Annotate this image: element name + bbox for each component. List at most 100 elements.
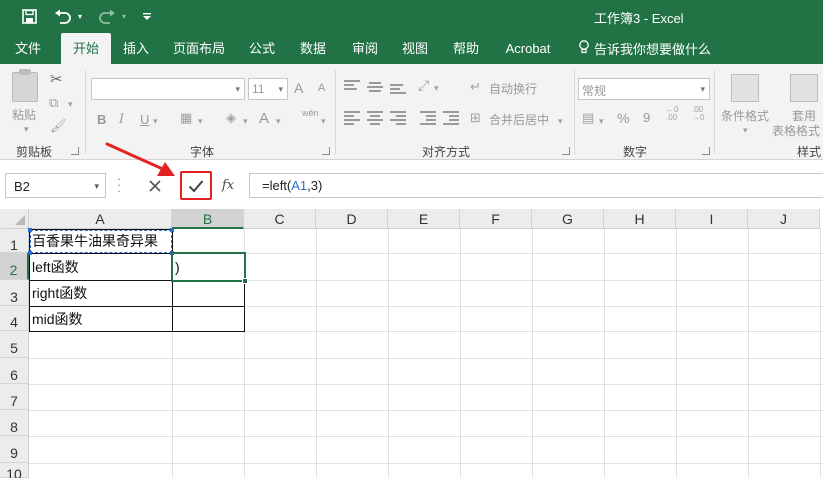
- enter-checkmark-icon[interactable]: [180, 171, 212, 200]
- number-format-dropdown[interactable]: 常规 ▾: [578, 78, 710, 100]
- wrap-text-icon[interactable]: ↵: [470, 79, 481, 95]
- customize-qat-icon[interactable]: [135, 5, 159, 29]
- conditional-format-icon[interactable]: [731, 74, 759, 102]
- row-header-5[interactable]: 5: [0, 331, 29, 358]
- active-cell-b2[interactable]: [171, 252, 248, 284]
- tab-formulas[interactable]: 公式: [244, 33, 280, 64]
- font-size-dropdown[interactable]: 11 ▾: [248, 78, 288, 100]
- alignment-launcher-icon[interactable]: [562, 147, 570, 155]
- grow-font-icon[interactable]: A: [294, 80, 303, 96]
- tab-acrobat[interactable]: Acrobat: [499, 33, 557, 64]
- comma-button[interactable]: 9: [643, 110, 650, 125]
- tab-review[interactable]: 审阅: [346, 33, 384, 64]
- accounting-dropdown-icon[interactable]: ▾: [599, 113, 604, 129]
- cell-a2[interactable]: left函数: [29, 253, 172, 280]
- shrink-font-icon[interactable]: A: [318, 82, 325, 94]
- bold-button[interactable]: B: [97, 112, 106, 127]
- copy-icon[interactable]: ⧉: [49, 95, 58, 111]
- clipboard-launcher-icon[interactable]: [71, 147, 79, 155]
- column-header-c[interactable]: C: [244, 209, 316, 229]
- row-header-8[interactable]: 8: [0, 410, 29, 436]
- fill-handle[interactable]: [242, 278, 248, 284]
- redo-dropdown-icon[interactable]: ▾: [119, 5, 129, 29]
- align-center-icon[interactable]: [367, 111, 383, 125]
- format-painter-icon[interactable]: 🖌: [50, 118, 67, 134]
- orientation-dropdown-icon[interactable]: ▾: [434, 80, 439, 96]
- wrap-text-button[interactable]: 自动换行: [489, 80, 537, 97]
- undo-icon[interactable]: [51, 5, 75, 29]
- phonetic-dropdown-icon[interactable]: ▾: [321, 113, 326, 129]
- select-all-corner[interactable]: [0, 209, 29, 229]
- tab-help[interactable]: 帮助: [447, 33, 485, 64]
- conditional-dropdown-icon[interactable]: ▾: [743, 122, 748, 138]
- redo-icon[interactable]: [95, 5, 119, 29]
- tab-page-layout[interactable]: 页面布局: [170, 33, 228, 64]
- tell-me-search[interactable]: 告诉我你想要做什么: [578, 33, 711, 64]
- number-launcher-icon[interactable]: [702, 147, 710, 155]
- font-launcher-icon[interactable]: [322, 147, 330, 155]
- formula-input[interactable]: =left(A1,3): [249, 173, 823, 198]
- tab-data[interactable]: 数据: [294, 33, 332, 64]
- phonetic-icon[interactable]: wén: [302, 108, 319, 118]
- font-name-dropdown[interactable]: ▾: [91, 78, 245, 100]
- column-header-i[interactable]: I: [676, 209, 748, 229]
- align-top-icon[interactable]: [344, 80, 360, 92]
- percent-button[interactable]: %: [617, 110, 629, 126]
- tab-file[interactable]: 文件: [6, 33, 50, 64]
- align-left-icon[interactable]: [344, 111, 360, 125]
- tab-view[interactable]: 视图: [396, 33, 434, 64]
- paste-label[interactable]: 粘贴: [12, 106, 36, 123]
- column-header-j[interactable]: J: [748, 209, 820, 229]
- tab-home[interactable]: 开始: [61, 33, 111, 64]
- borders-dropdown-icon[interactable]: ▾: [198, 113, 203, 129]
- row-header-1[interactable]: 1: [0, 229, 29, 253]
- paste-dropdown-icon[interactable]: ▾: [24, 124, 29, 135]
- save-icon[interactable]: [17, 5, 41, 29]
- row-header-4[interactable]: 4: [0, 306, 29, 331]
- cell-a4[interactable]: mid函数: [29, 306, 172, 331]
- insert-function-icon[interactable]: fx: [214, 173, 242, 198]
- format-as-table-icon[interactable]: [790, 74, 818, 102]
- merge-center-button[interactable]: 合并后居中: [489, 111, 549, 128]
- underline-dropdown-icon[interactable]: ▾: [153, 113, 158, 129]
- italic-button[interactable]: I: [119, 112, 124, 127]
- copy-dropdown-icon[interactable]: ▾: [68, 96, 73, 112]
- orientation-icon[interactable]: ⤢: [418, 77, 429, 93]
- align-right-icon[interactable]: [390, 111, 406, 125]
- cut-icon[interactable]: ✂: [50, 72, 63, 88]
- row-header-9[interactable]: 9: [0, 436, 29, 463]
- paste-icon[interactable]: [12, 69, 38, 102]
- align-middle-icon[interactable]: [367, 82, 383, 94]
- fill-color-icon[interactable]: ◈: [226, 110, 236, 126]
- row-header-10[interactable]: 10: [0, 463, 29, 478]
- font-color-icon[interactable]: A: [259, 110, 269, 127]
- column-header-h[interactable]: H: [604, 209, 676, 229]
- column-header-e[interactable]: E: [388, 209, 460, 229]
- align-bottom-icon[interactable]: [390, 84, 406, 96]
- font-color-dropdown-icon[interactable]: ▾: [276, 113, 281, 129]
- row-header-6[interactable]: 6: [0, 358, 29, 384]
- cell-a1[interactable]: 百香果牛油果奇异果: [29, 229, 172, 253]
- underline-button[interactable]: U: [140, 112, 149, 127]
- borders-icon[interactable]: ▦: [180, 110, 192, 126]
- column-header-a[interactable]: A: [29, 209, 172, 229]
- tab-insert[interactable]: 插入: [118, 33, 154, 64]
- merge-center-icon[interactable]: ⊞: [470, 110, 481, 126]
- column-header-d[interactable]: D: [316, 209, 388, 229]
- cell-a3[interactable]: right函数: [29, 280, 172, 306]
- undo-dropdown-icon[interactable]: ▾: [75, 5, 85, 29]
- increase-indent-icon[interactable]: [443, 111, 459, 125]
- decrease-decimal-icon[interactable]: .00 →0: [692, 106, 704, 122]
- row-header-7[interactable]: 7: [0, 384, 29, 410]
- column-header-f[interactable]: F: [460, 209, 532, 229]
- fill-dropdown-icon[interactable]: ▾: [243, 113, 248, 129]
- accounting-format-icon[interactable]: ▤: [582, 110, 594, 126]
- increase-decimal-icon[interactable]: ←0.00: [666, 106, 678, 122]
- row-header-3[interactable]: 3: [0, 280, 29, 306]
- row-header-2[interactable]: 2: [0, 253, 29, 280]
- name-box[interactable]: B2 ▾: [5, 173, 106, 198]
- format-as-table-line2[interactable]: 表格格式: [772, 122, 820, 139]
- column-header-b[interactable]: B: [172, 209, 244, 229]
- column-header-g[interactable]: G: [532, 209, 604, 229]
- decrease-indent-icon[interactable]: [420, 111, 436, 125]
